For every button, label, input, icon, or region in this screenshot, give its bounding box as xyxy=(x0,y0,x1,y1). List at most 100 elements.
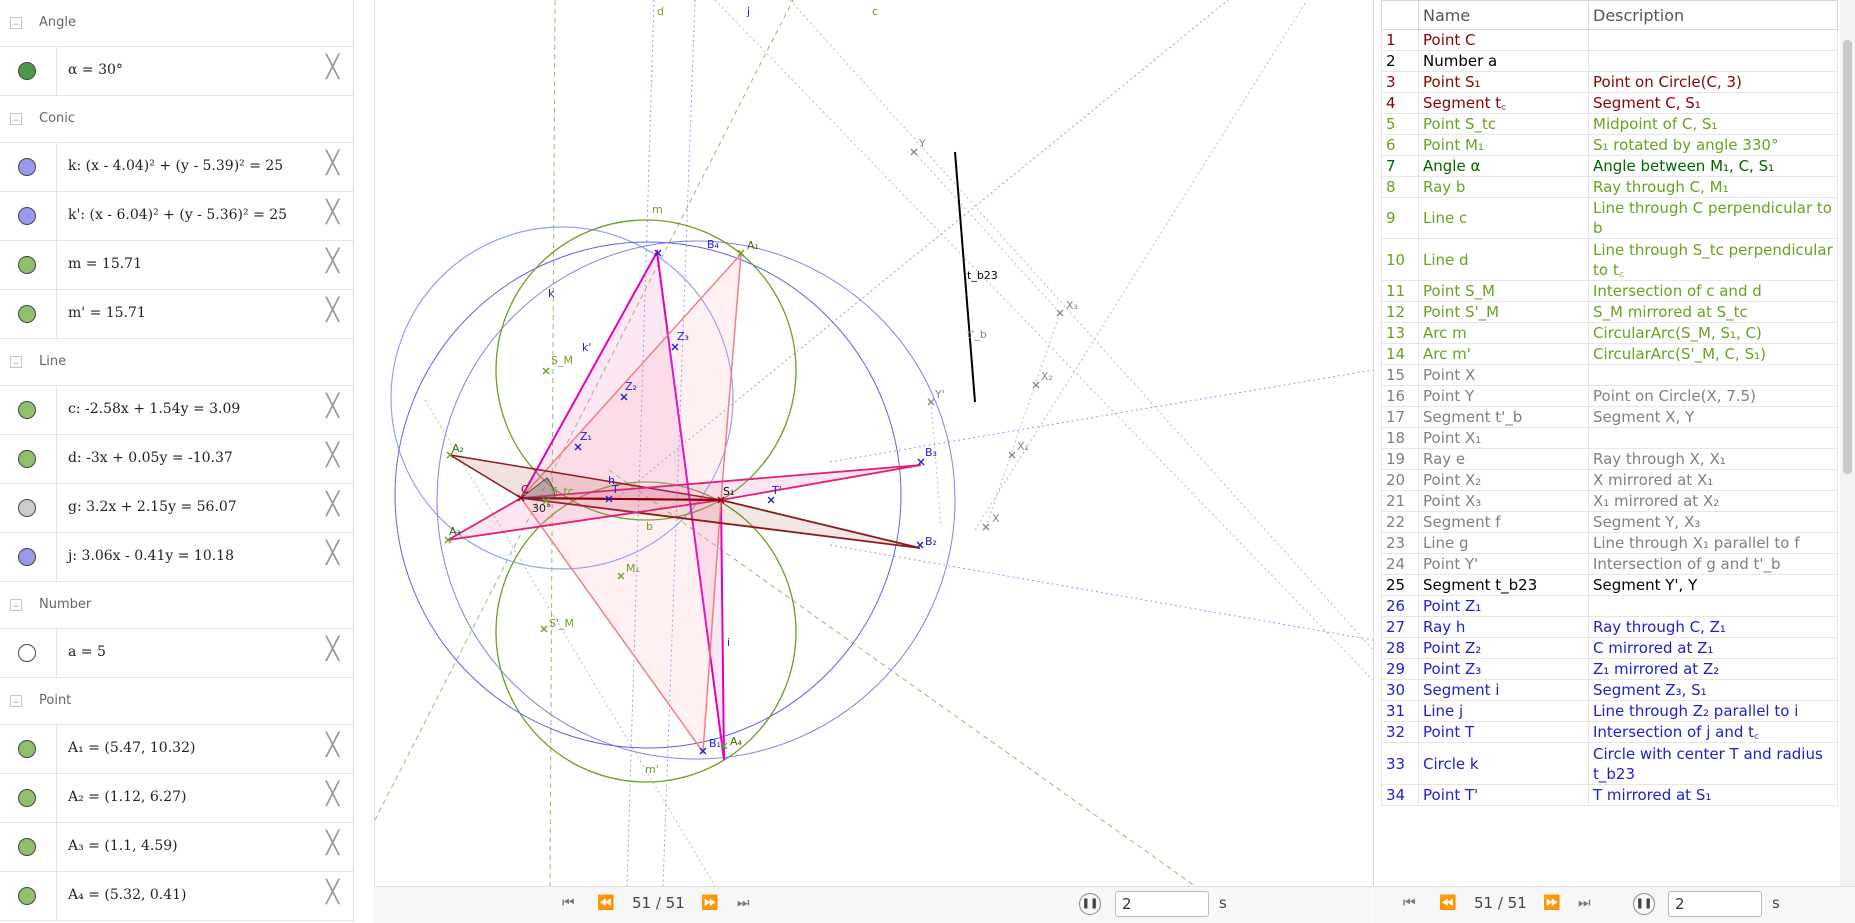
row-name[interactable]: Point X₃ xyxy=(1418,490,1589,512)
row-name[interactable]: Line c xyxy=(1418,197,1589,239)
point-t-prime[interactable] xyxy=(767,496,775,504)
point-x3[interactable] xyxy=(1056,309,1064,317)
construction-canvas[interactable]: d j c m m' k k' b h i A₁ A₂ A₃ A₄ B₁ B₂ … xyxy=(375,0,1373,886)
delete-icon[interactable]: ╳ xyxy=(326,783,339,807)
delete-icon[interactable]: ╳ xyxy=(326,250,339,274)
visibility-cell[interactable] xyxy=(0,386,57,434)
algebra-expression[interactable]: d: -3x + 0.05y = -10.37 xyxy=(68,450,233,466)
column-header-name[interactable]: Name xyxy=(1418,0,1589,30)
visibility-cell[interactable] xyxy=(0,192,57,240)
protocol-row[interactable]: 5 Point S_tc Midpoint of C, S₁ xyxy=(1381,113,1838,135)
visibility-cell[interactable] xyxy=(0,143,57,191)
delete-icon[interactable]: ╳ xyxy=(326,299,339,323)
row-name[interactable]: Point S₁ xyxy=(1418,71,1589,93)
previous-step-icon[interactable]: ⏪ xyxy=(1439,895,1456,911)
delete-icon[interactable]: ╳ xyxy=(326,444,339,468)
protocol-row[interactable]: 22 Segment f Segment Y, X₃ xyxy=(1381,511,1838,533)
protocol-row[interactable]: 29 Point Z₃ Z₁ mirrored at Z₂ xyxy=(1381,658,1838,680)
row-description[interactable]: Point on Circle(C, 3) xyxy=(1588,71,1838,93)
row-name[interactable]: Point X xyxy=(1418,364,1589,386)
delete-icon[interactable]: ╳ xyxy=(326,395,339,419)
row-description[interactable]: X mirrored at X₁ xyxy=(1588,469,1838,491)
point-y[interactable] xyxy=(910,148,918,156)
algebra-expression[interactable]: A₂ = (1.12, 6.27) xyxy=(68,789,187,805)
collapse-toggle-icon[interactable]: – xyxy=(10,113,22,125)
collapse-toggle-icon[interactable]: – xyxy=(10,17,22,29)
protocol-row[interactable]: 32 Point T Intersection of j and t꜀ xyxy=(1381,721,1838,743)
protocol-row[interactable]: 26 Point Z₁ xyxy=(1381,595,1838,617)
row-description[interactable]: T mirrored at S₁ xyxy=(1588,784,1838,806)
row-description[interactable]: Intersection of j and t꜀ xyxy=(1588,721,1838,743)
point-y-prime[interactable] xyxy=(927,398,935,406)
point-x2[interactable] xyxy=(1032,381,1040,389)
row-description[interactable]: S₁ rotated by angle 330° xyxy=(1588,134,1838,156)
row-name[interactable]: Arc m' xyxy=(1418,343,1589,365)
protocol-row[interactable]: 24 Point Y' Intersection of g and t'_b xyxy=(1381,553,1838,575)
next-step-icon[interactable]: ⏩ xyxy=(1543,895,1560,911)
visibility-toggle-icon[interactable] xyxy=(18,740,36,758)
row-description[interactable]: Midpoint of C, S₁ xyxy=(1588,113,1838,135)
visibility-toggle-icon[interactable] xyxy=(18,401,36,419)
protocol-row[interactable]: 9 Line c Line through C perpendicular to b xyxy=(1381,197,1838,239)
collapse-toggle-icon[interactable]: – xyxy=(10,356,22,368)
row-description[interactable]: Line through Z₂ parallel to i xyxy=(1588,700,1838,722)
row-name[interactable]: Line g xyxy=(1418,532,1589,554)
previous-step-icon[interactable]: ⏪ xyxy=(597,895,614,911)
visibility-cell[interactable] xyxy=(0,533,57,581)
protocol-row[interactable]: 17 Segment t'_b Segment X, Y xyxy=(1381,406,1838,428)
row-name[interactable]: Point T' xyxy=(1418,784,1589,806)
point-x1[interactable] xyxy=(1008,451,1016,459)
algebra-expression[interactable]: a = 5 xyxy=(68,644,106,660)
row-name[interactable]: Point X₂ xyxy=(1418,469,1589,491)
row-name[interactable]: Segment t꜀ xyxy=(1418,92,1589,114)
row-description[interactable]: Segment Z₃, S₁ xyxy=(1588,679,1838,701)
row-name[interactable]: Point Z₃ xyxy=(1418,658,1589,680)
algebra-item[interactable]: A₁ = (5.47, 10.32) ╳ xyxy=(0,725,353,774)
algebra-expression[interactable]: j: 3.06x - 0.41y = 10.18 xyxy=(68,548,234,564)
row-name[interactable]: Point X₁ xyxy=(1418,427,1589,449)
row-description[interactable]: Ray through C, M₁ xyxy=(1588,176,1838,198)
point-sm[interactable] xyxy=(542,367,550,375)
row-description[interactable]: Segment Y', Y xyxy=(1588,574,1838,596)
row-description[interactable] xyxy=(1588,50,1838,72)
row-description[interactable]: Intersection of g and t'_b xyxy=(1588,553,1838,575)
algebra-item[interactable]: k': (x - 6.04)² + (y - 5.36)² = 25 ╳ xyxy=(0,192,353,241)
protocol-row[interactable]: 30 Segment i Segment Z₃, S₁ xyxy=(1381,679,1838,701)
delete-icon[interactable]: ╳ xyxy=(326,734,339,758)
row-description[interactable]: Segment X, Y xyxy=(1588,406,1838,428)
algebra-item[interactable]: m' = 15.71 ╳ xyxy=(0,290,353,339)
row-description[interactable]: Ray through C, Z₁ xyxy=(1588,616,1838,638)
algebra-expression[interactable]: g: 3.2x + 2.15y = 56.07 xyxy=(68,499,237,515)
protocol-row[interactable]: 21 Point X₃ X₁ mirrored at X₂ xyxy=(1381,490,1838,512)
row-name[interactable]: Point C xyxy=(1418,29,1589,51)
delete-icon[interactable]: ╳ xyxy=(326,881,339,905)
visibility-cell[interactable] xyxy=(0,435,57,483)
visibility-toggle-icon[interactable] xyxy=(18,305,36,323)
algebra-expression[interactable]: A₃ = (1.1, 4.59) xyxy=(68,838,178,854)
row-description[interactable] xyxy=(1588,29,1838,51)
category-angle[interactable]: – Angle xyxy=(0,0,353,47)
next-step-icon[interactable]: ⏩ xyxy=(701,895,718,911)
ray-e[interactable] xyxy=(714,0,1373,681)
row-name[interactable]: Segment f xyxy=(1418,511,1589,533)
collapse-toggle-icon[interactable]: – xyxy=(10,599,22,611)
protocol-row[interactable]: 16 Point Y Point on Circle(X, 7.5) xyxy=(1381,385,1838,407)
row-name[interactable]: Ray e xyxy=(1418,448,1589,470)
protocol-row[interactable]: 10 Line d Line through S_tc perpendicular … xyxy=(1381,238,1838,281)
row-description[interactable]: C mirrored at Z₁ xyxy=(1588,637,1838,659)
visibility-toggle-icon[interactable] xyxy=(18,887,36,905)
delete-icon[interactable]: ╳ xyxy=(326,832,339,856)
visibility-toggle-icon[interactable] xyxy=(18,158,36,176)
row-description[interactable]: Point on Circle(X, 7.5) xyxy=(1588,385,1838,407)
visibility-toggle-icon[interactable] xyxy=(18,62,36,80)
protocol-row[interactable]: 6 Point M₁ S₁ rotated by angle 330° xyxy=(1381,134,1838,156)
algebra-expression[interactable]: m' = 15.71 xyxy=(68,305,146,321)
protocol-row[interactable]: 2 Number a xyxy=(1381,50,1838,72)
visibility-toggle-icon[interactable] xyxy=(18,838,36,856)
visibility-cell[interactable] xyxy=(0,725,57,773)
visibility-toggle-icon[interactable] xyxy=(18,499,36,517)
delete-icon[interactable]: ╳ xyxy=(326,152,339,176)
delete-icon[interactable]: ╳ xyxy=(326,542,339,566)
last-step-icon[interactable]: ⏭ xyxy=(737,895,750,911)
protocol-row[interactable]: 27 Ray h Ray through C, Z₁ xyxy=(1381,616,1838,638)
